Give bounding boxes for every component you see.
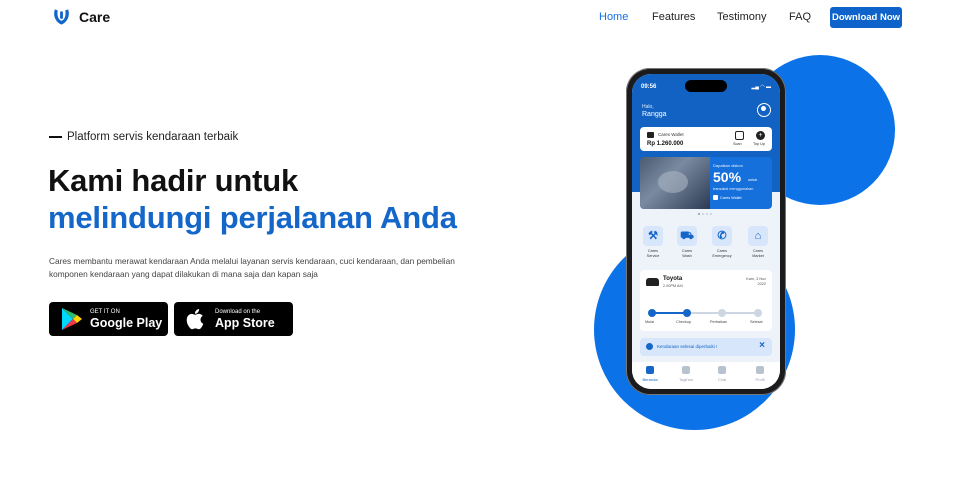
greeting: Halo, [642, 104, 654, 110]
progress-fill [651, 312, 687, 314]
app-store-button[interactable]: Download on the App Store [174, 302, 293, 336]
brand-logo[interactable]: Care [52, 8, 110, 26]
wrench-icon: ⚒ [643, 226, 663, 246]
promo-small: Dapatkan diskon [713, 163, 743, 168]
tagline-text: Platform servis kendaraan terbaik [67, 131, 239, 143]
svc-label: Emergency [712, 254, 732, 258]
app-store-big: App Store [215, 316, 275, 330]
tab-profil[interactable]: Profil [746, 366, 774, 382]
landing-page: Care Home Features Testimony FAQ Downloa… [0, 0, 970, 479]
app-store-small: Download on the [215, 309, 261, 315]
google-play-small: GET IT ON [90, 309, 120, 315]
step-dot [683, 309, 691, 317]
nav-link-testimony[interactable]: Testimony [717, 11, 767, 23]
user-name: Rangga [642, 111, 667, 118]
google-play-big: Google Play [90, 316, 163, 330]
tab-beranda[interactable]: Beranda [636, 366, 664, 382]
phone-screen: 09:56 ▂▄ ◠ ▬ Halo, Rangga Cares Wallet R… [632, 74, 780, 389]
hero-title-line1: Kami hadir untuk [48, 163, 298, 198]
tagline-dash [49, 136, 62, 138]
service-cares-service[interactable]: ⚒ Cares Service [642, 226, 664, 259]
tab-tagihan[interactable]: Tagihan [672, 366, 700, 382]
wallet-icon [647, 132, 654, 138]
hero-tagline: Platform servis kendaraan terbaik [49, 131, 238, 143]
svc-label: Cares [752, 249, 764, 253]
tab-label: Tagihan [678, 377, 693, 382]
hero-title-line2: melindungi perjalanan Anda [48, 200, 457, 235]
svc-label: Market [752, 254, 764, 258]
basket-icon: ⌂ [748, 226, 768, 246]
service-cares-emergency[interactable]: ✆ Cares Emergency [711, 226, 733, 259]
service-cares-market[interactable]: ⌂ Cares Market [747, 226, 769, 259]
topup-label: Top Up [753, 142, 766, 146]
svc-label: Cares [716, 249, 728, 253]
nav-link-home[interactable]: Home [599, 11, 628, 23]
scan-icon[interactable] [735, 131, 744, 140]
tab-label: Beranda [642, 377, 658, 382]
apple-icon [186, 309, 204, 330]
step-label: Mulai [645, 320, 655, 324]
tab-chat[interactable]: Chat [708, 366, 736, 382]
order-card[interactable]: Toyota 2.00PM AM Kam, 3 Nov 2022 Mulai Ch… [640, 270, 772, 331]
chat-icon [718, 366, 726, 374]
wallet-amount: Rp 1.260.000 [647, 141, 684, 147]
google-play-icon [62, 308, 82, 330]
promo-banner[interactable]: Dapatkan diskon 50% untuk transaksi meng… [640, 157, 772, 209]
promo-image [640, 157, 710, 209]
scan-label: Scan [733, 142, 742, 146]
status-icons: ▂▄ ◠ ▬ [751, 84, 771, 90]
nav-link-features[interactable]: Features [652, 11, 695, 23]
home-icon [646, 366, 654, 374]
order-time: 2.00PM AM [663, 284, 683, 288]
order-date: Kam, 3 Nov 2022 [746, 277, 766, 286]
hero-description: Cares membantu merawat kendaraan Anda me… [49, 256, 455, 279]
promo-discount: 50% [713, 169, 742, 185]
close-icon[interactable]: × [759, 340, 765, 351]
user-icon [756, 366, 764, 374]
step-label: Checkup [676, 320, 691, 324]
notification-icon [646, 343, 653, 350]
promo-untuk: untuk [748, 178, 758, 182]
car-wash-icon: ⛟ [677, 226, 697, 246]
navbar: Care Home Features Testimony FAQ Downloa… [0, 0, 970, 34]
profile-icon[interactable] [757, 103, 771, 117]
order-vehicle: Toyota [663, 276, 683, 282]
carousel-dots[interactable] [698, 213, 712, 215]
phone-mockup: 09:56 ▂▄ ◠ ▬ Halo, Rangga Cares Wallet R… [626, 68, 786, 395]
svc-label: Service [646, 254, 660, 258]
status-time: 09:56 [641, 84, 657, 90]
promo-wallet: Cares Wallet [720, 196, 742, 200]
svc-label: Cares [647, 249, 659, 253]
notification-text: Kendaraan selesai diperbaiki ! [657, 344, 718, 349]
bill-icon [682, 366, 690, 374]
google-play-button[interactable]: GET IT ON Google Play [49, 302, 168, 336]
topup-icon[interactable]: + [756, 131, 765, 140]
tow-truck-icon: ✆ [712, 226, 732, 246]
step-label: Perbaikan [710, 320, 728, 324]
care-logo-icon [54, 9, 69, 25]
step-dot [718, 309, 726, 317]
wallet-card[interactable]: Cares Wallet Rp 1.260.000 Scan + Top Up [640, 127, 772, 151]
step-dot [754, 309, 762, 317]
bottom-tab-bar: Beranda Tagihan Chat Profil [632, 362, 780, 389]
step-dot [648, 309, 656, 317]
dynamic-island [685, 80, 727, 92]
step-label: Selesai [750, 320, 763, 324]
svc-label: Wash [682, 254, 692, 258]
nav-link-faq[interactable]: FAQ [789, 11, 811, 23]
service-cares-wash[interactable]: ⛟ Cares Wash [676, 226, 698, 259]
car-icon [646, 278, 659, 286]
svc-label: Cares [681, 249, 693, 253]
tab-label: Chat [717, 377, 727, 382]
brand-name: Care [79, 9, 111, 25]
promo-sub: transaksi menggunakan [713, 187, 754, 191]
promo-wallet-icon [713, 195, 718, 200]
notification-bar: Kendaraan selesai diperbaiki ! × [640, 338, 772, 356]
tab-label: Profil [755, 377, 765, 382]
download-now-button[interactable]: Download Now [830, 7, 902, 28]
wallet-label: Cares Wallet [658, 132, 684, 137]
